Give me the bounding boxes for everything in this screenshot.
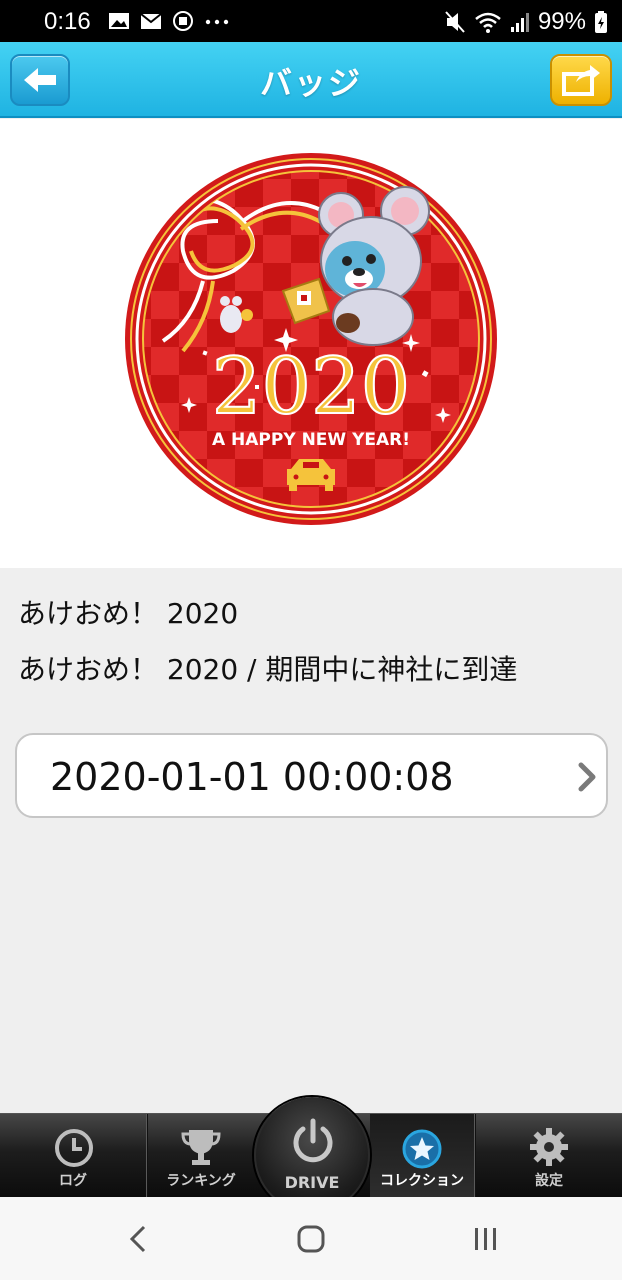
tab-label: ログ bbox=[59, 1173, 87, 1189]
screen: 0:16 99% バッジ 2020 A HAPPY NEW YEAR! あけおめ… bbox=[0, 0, 622, 1280]
star-icon bbox=[402, 1129, 442, 1169]
battery-icon bbox=[595, 11, 607, 33]
battery-percent: 99% bbox=[537, 8, 586, 35]
drive-label: DRIVE bbox=[284, 1173, 340, 1192]
tab-label: コレクション bbox=[380, 1173, 464, 1189]
tab-settings[interactable]: 設定 bbox=[476, 1114, 622, 1198]
tab-ranking[interactable]: ランキング bbox=[148, 1114, 254, 1198]
badge-image: 2020 A HAPPY NEW YEAR! bbox=[125, 153, 497, 525]
system-nav-bar bbox=[0, 1197, 622, 1280]
tab-log[interactable]: ログ bbox=[0, 1114, 146, 1198]
status-time: 0:16 bbox=[44, 8, 91, 35]
share-icon bbox=[562, 65, 600, 96]
signal-icon bbox=[510, 13, 529, 32]
more-notifications-icon bbox=[205, 19, 229, 25]
acquired-date-row[interactable]: 2020-01-01 00:00:08 bbox=[15, 733, 608, 818]
app-header: バッジ bbox=[0, 42, 622, 118]
gallery-icon bbox=[109, 13, 129, 29]
tab-collection[interactable]: コレクション bbox=[370, 1114, 474, 1198]
status-bar: 0:16 99% bbox=[0, 0, 622, 42]
wifi-icon bbox=[475, 12, 501, 33]
app-notification-icon bbox=[173, 11, 193, 31]
share-button[interactable] bbox=[550, 54, 612, 106]
badge-description: あけおめ！ 2020 / 期間中に神社に到達 bbox=[18, 653, 518, 686]
nav-home-icon[interactable] bbox=[296, 1223, 326, 1255]
power-icon bbox=[293, 1118, 333, 1163]
acquired-date: 2020-01-01 00:00:08 bbox=[50, 755, 454, 799]
gear-icon bbox=[530, 1128, 568, 1166]
badge-image-area: 2020 A HAPPY NEW YEAR! bbox=[0, 119, 622, 568]
badge-year-text: 2020 bbox=[212, 342, 411, 432]
mute-icon bbox=[445, 11, 465, 33]
trophy-icon bbox=[181, 1130, 221, 1165]
nav-back-icon[interactable] bbox=[124, 1223, 152, 1255]
badge-greeting-text: A HAPPY NEW YEAR! bbox=[212, 430, 410, 450]
chevron-right-icon bbox=[578, 762, 596, 792]
nav-recents-icon[interactable] bbox=[470, 1223, 502, 1255]
badge-name: あけおめ！ 2020 bbox=[18, 597, 239, 630]
tab-label: 設定 bbox=[535, 1173, 563, 1189]
mail-icon bbox=[140, 13, 162, 29]
page-title: バッジ bbox=[259, 64, 362, 102]
drive-button[interactable]: DRIVE bbox=[254, 1097, 370, 1213]
tab-label: ランキング bbox=[166, 1173, 236, 1189]
clock-icon bbox=[55, 1129, 93, 1167]
